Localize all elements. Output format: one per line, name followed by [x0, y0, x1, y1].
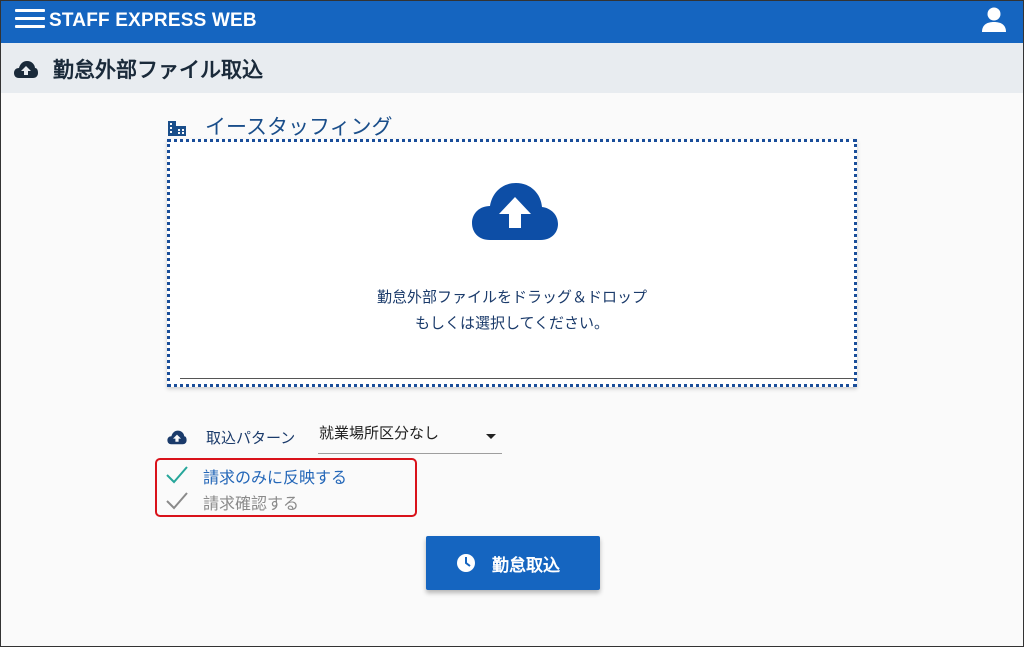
- hamburger-menu-icon[interactable]: [15, 9, 45, 31]
- billing-confirm-label: 請求確認する: [203, 494, 300, 513]
- dropzone-instruction-2: もしくは選択してください。: [414, 314, 610, 332]
- clock-icon: [457, 554, 475, 572]
- dropzone-divider: [180, 378, 854, 379]
- cloud-upload-icon: [472, 183, 558, 240]
- cloud-upload-icon: [167, 430, 187, 445]
- attendance-import-label: 勤怠取込: [492, 556, 560, 576]
- check-icon: [166, 492, 188, 510]
- section-label-text: イースタッフィング: [205, 115, 393, 139]
- attendance-import-button[interactable]: 勤怠取込: [426, 536, 600, 590]
- user-icon[interactable]: [979, 5, 1009, 35]
- file-drop-zone[interactable]: 勤怠外部ファイルをドラッグ＆ドロップ もしくは選択してください。: [167, 139, 857, 387]
- import-pattern-row: 取込パターン 就業場所区分なし: [166, 421, 506, 455]
- page-header: 勤怠外部ファイル取込: [1, 43, 1023, 93]
- chevron-down-icon: [486, 434, 496, 439]
- top-app-bar: STAFF EXPRESS WEB: [1, 1, 1023, 43]
- app-title: STAFF EXPRESS WEB: [49, 10, 257, 31]
- building-icon: [168, 121, 186, 136]
- import-pattern-label: 取込パターン: [206, 429, 296, 447]
- import-pattern-select[interactable]: 就業場所区分なし: [318, 421, 502, 454]
- import-pattern-value: 就業場所区分なし: [319, 424, 440, 442]
- cloud-upload-icon: [14, 61, 38, 78]
- check-icon: [166, 466, 188, 484]
- page-title: 勤怠外部ファイル取込: [53, 58, 263, 82]
- billing-only-label: 請求のみに反映する: [203, 468, 348, 487]
- dropzone-instruction-1: 勤怠外部ファイルをドラッグ＆ドロップ: [376, 288, 647, 306]
- billing-options-highlight: 請求のみに反映する 請求確認する: [155, 458, 417, 517]
